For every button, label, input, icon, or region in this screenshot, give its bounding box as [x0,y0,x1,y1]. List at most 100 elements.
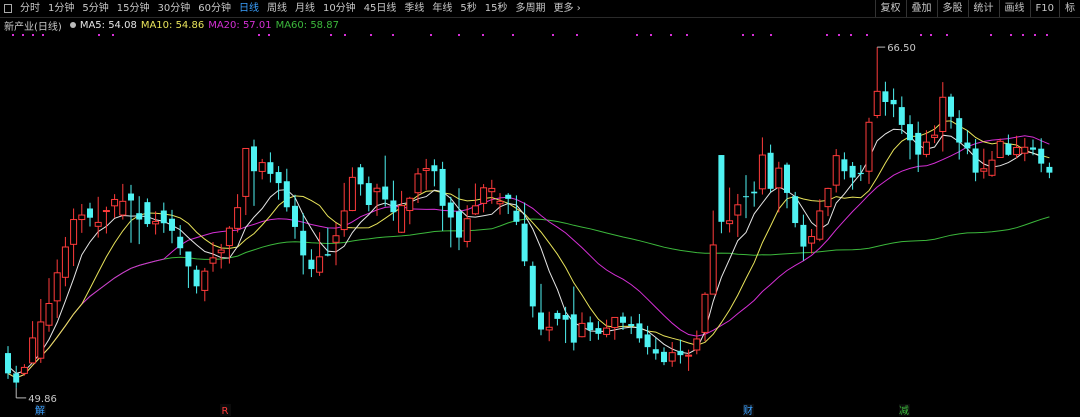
candle[interactable] [348,167,356,212]
candle[interactable] [898,96,905,134]
candle[interactable] [824,187,832,217]
candle[interactable] [545,311,553,342]
candle[interactable] [636,313,643,343]
candle[interactable] [775,161,783,213]
candle[interactable] [102,206,110,234]
candle[interactable] [332,223,340,266]
candle[interactable] [587,316,594,341]
candle[interactable] [61,236,69,287]
candle[interactable] [907,115,913,160]
candle[interactable] [480,184,488,213]
tab-period-2[interactable]: 5分钟 [78,0,112,17]
candle[interactable] [439,161,446,231]
candle[interactable] [275,166,282,200]
tab-period-15[interactable]: 多周期 [512,0,550,17]
candle[interactable] [767,144,774,193]
tab-period-8[interactable]: 月线 [291,0,319,17]
candle[interactable] [1046,162,1053,179]
panel-toggle-icon[interactable] [4,4,12,13]
candle[interactable] [136,196,143,245]
candle[interactable] [578,312,586,338]
candle[interactable] [996,138,1004,158]
candle[interactable] [726,187,734,233]
candle[interactable] [267,152,274,183]
candle[interactable] [562,306,569,344]
candle[interactable] [980,148,988,179]
candle[interactable] [390,180,397,221]
candle[interactable] [29,321,37,364]
candle[interactable] [832,149,840,193]
candle[interactable] [529,261,536,318]
candle[interactable] [939,82,947,152]
candle[interactable] [816,199,824,242]
candle[interactable] [956,110,963,160]
tab-period-10[interactable]: 45日线 [360,0,401,17]
tab-period-1[interactable]: 1分钟 [44,0,78,17]
candle[interactable] [808,228,816,254]
candle[interactable] [185,251,192,288]
candle[interactable] [357,164,364,196]
candle[interactable] [677,339,684,364]
tab-period-5[interactable]: 60分钟 [194,0,235,17]
kline-chart[interactable]: 66.50 49.86解 R 财 减 [0,0,1080,417]
candle[interactable] [865,117,873,184]
candle[interactable] [70,208,78,267]
bottom-marker-0[interactable]: 解 [35,404,46,417]
candle[interactable] [890,88,897,118]
candle[interactable] [53,259,61,319]
candle[interactable] [792,191,799,228]
tab-period-7[interactable]: 周线 [263,0,291,17]
candle[interactable] [471,183,479,216]
candle[interactable] [841,152,848,180]
candle[interactable] [661,347,667,366]
candle[interactable] [628,316,635,335]
bottom-marker-1[interactable]: R [220,404,231,417]
candle[interactable] [406,196,414,225]
candle[interactable] [857,165,864,182]
tab-period-4[interactable]: 30分钟 [153,0,194,17]
candle[interactable] [734,193,742,237]
candle[interactable] [45,278,53,332]
candle[interactable] [119,183,127,220]
candle[interactable] [422,158,430,190]
toolbar-right-button-3[interactable]: 统计 [967,0,999,17]
tab-period-16[interactable]: 更多 › [550,0,585,17]
candle[interactable] [242,147,250,216]
candle[interactable] [758,137,766,195]
candle[interactable] [1021,138,1029,162]
tab-period-6[interactable]: 日线 [235,0,263,17]
candle[interactable] [915,121,922,173]
candle[interactable] [258,158,266,180]
candle[interactable] [447,196,454,248]
candle[interactable] [177,225,184,255]
candle[interactable] [144,198,151,227]
candle[interactable] [283,168,290,212]
candle[interactable] [570,286,577,351]
candle[interactable] [554,310,561,326]
candle[interactable] [398,190,406,233]
candle[interactable] [948,93,954,129]
tab-period-12[interactable]: 年线 [428,0,456,17]
candle[interactable] [193,265,200,294]
candle[interactable] [94,196,102,238]
settings-dot-icon[interactable] [69,22,76,28]
candle[interactable] [251,139,257,206]
tab-period-0[interactable]: 分时 [16,0,44,17]
candle[interactable] [611,316,619,340]
candle[interactable] [743,175,749,219]
tab-period-14[interactable]: 15秒 [481,0,512,17]
candle[interactable] [382,155,389,207]
candle[interactable] [652,338,659,360]
candle[interactable] [709,210,717,295]
candle[interactable] [931,125,939,144]
candle[interactable] [365,176,372,212]
tab-period-11[interactable]: 季线 [400,0,428,17]
candle[interactable] [87,202,93,227]
toolbar-right-button-0[interactable]: 复权 [874,0,906,17]
candle[interactable] [160,202,167,233]
candle[interactable] [988,150,996,177]
candle[interactable] [234,194,242,233]
candle[interactable] [873,47,881,119]
candle[interactable] [496,193,504,215]
candle[interactable] [431,159,438,187]
